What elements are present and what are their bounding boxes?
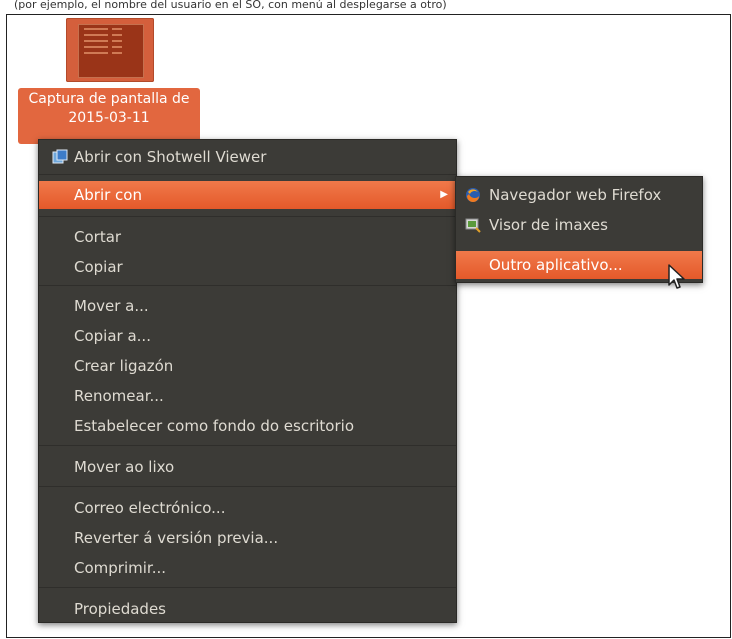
menu-item-open-shotwell[interactable]: Abrir con Shotwell Viewer <box>39 143 456 171</box>
image-viewer-icon <box>465 218 481 233</box>
menu-item-set-wallpaper[interactable]: Estabelecer como fondo do escritorio <box>39 412 456 440</box>
menu-item-label: Reverter á versión previa... <box>74 529 279 547</box>
menu-item-label: Renomear... <box>74 387 164 405</box>
menu-item-copy-to[interactable]: Copiar a... <box>39 322 456 350</box>
mouse-pointer-icon <box>668 264 685 289</box>
image-file-thumbnail-icon <box>66 18 154 82</box>
menu-item-create-link[interactable]: Crear ligazón <box>39 352 456 380</box>
menu-item-cut[interactable]: Cortar <box>39 223 456 251</box>
menu-item-email[interactable]: Correo electrónico... <box>39 494 456 522</box>
menu-item-label: Cortar <box>74 228 122 246</box>
context-menu: Abrir con Shotwell Viewer Abrir con ▶ Co… <box>38 139 457 623</box>
menu-item-label: Abrir con <box>74 186 142 204</box>
menu-item-move-to[interactable]: Mover a... <box>39 292 456 320</box>
menu-item-revert-version[interactable]: Reverter á versión previa... <box>39 524 456 552</box>
menu-item-label: Propiedades <box>74 600 166 618</box>
firefox-icon <box>466 188 480 202</box>
menu-item-label: Mover a... <box>74 297 149 315</box>
menu-item-label: Correo electrónico... <box>74 499 226 517</box>
menu-item-label: Mover ao lixo <box>74 458 175 476</box>
menu-item-rename[interactable]: Renomear... <box>39 382 456 410</box>
menu-item-label: Estabelecer como fondo do escritorio <box>74 417 354 435</box>
menu-item-label: Crear ligazón <box>74 357 174 375</box>
submenu-item-firefox[interactable]: Navegador web Firefox <box>456 181 702 209</box>
menu-item-compress[interactable]: Comprimir... <box>39 554 456 582</box>
menu-item-copy[interactable]: Copiar <box>39 253 456 281</box>
menu-item-label: Copiar a... <box>74 327 151 345</box>
chevron-right-icon: ▶ <box>440 189 448 200</box>
submenu-item-label: Navegador web Firefox <box>489 186 662 204</box>
menu-item-open-with[interactable]: Abrir con ▶ <box>39 181 456 209</box>
menu-item-label: Copiar <box>74 258 123 276</box>
submenu-item-other-application[interactable]: Outro aplicativo... <box>456 251 702 279</box>
submenu-item-label: Visor de imaxes <box>489 216 608 234</box>
open-with-submenu: Navegador web Firefox Visor de imaxes Ou… <box>455 176 703 283</box>
file-label: Captura de pantalla de 2015-03-11 <box>18 88 200 144</box>
menu-item-label: Abrir con Shotwell Viewer <box>74 148 267 166</box>
menu-item-properties[interactable]: Propiedades <box>39 595 456 623</box>
menu-item-label: Comprimir... <box>74 559 166 577</box>
submenu-item-label: Outro aplicativo... <box>489 256 623 274</box>
shotwell-icon <box>52 149 68 164</box>
caption-text: (por ejemplo, el nombre del usuario en e… <box>14 0 447 11</box>
submenu-item-image-viewer[interactable]: Visor de imaxes <box>456 211 702 239</box>
desktop-file-icon[interactable]: Captura de pantalla de 2015-03-11 <box>18 18 200 144</box>
menu-item-move-to-trash[interactable]: Mover ao lixo <box>39 453 456 481</box>
